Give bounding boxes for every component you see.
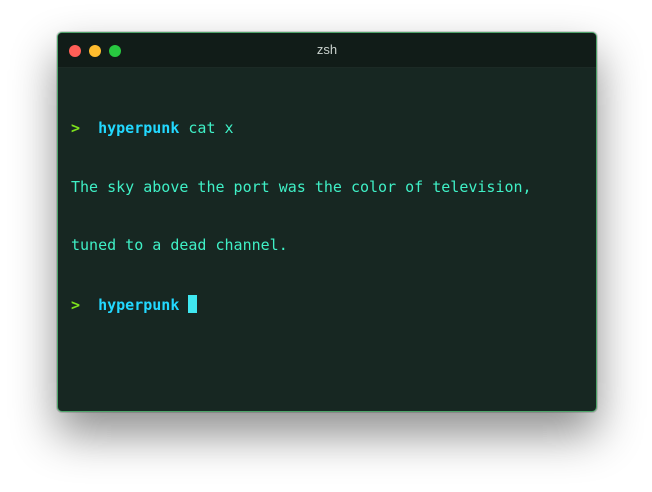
terminal-window[interactable]: zsh > hyperpunk cat x The sky above the …: [57, 32, 597, 412]
terminal-output[interactable]: > hyperpunk cat x The sky above the port…: [71, 80, 586, 353]
prompt-user: hyperpunk: [98, 119, 180, 137]
title-bar[interactable]: zsh: [58, 33, 596, 68]
prompt-symbol: >: [71, 119, 81, 137]
output-line: tuned to a dead channel.: [71, 236, 288, 254]
prompt-symbol: >: [71, 295, 81, 314]
prompt-user: hyperpunk: [98, 295, 180, 314]
output-line: The sky above the port was the color of …: [71, 177, 532, 196]
command-line: > hyperpunk cat x: [71, 119, 586, 139]
window-title: zsh: [316, 42, 338, 57]
active-prompt-line[interactable]: > hyperpunk: [71, 294, 586, 315]
command-text: cat x: [188, 119, 234, 137]
text-cursor: [188, 294, 198, 313]
